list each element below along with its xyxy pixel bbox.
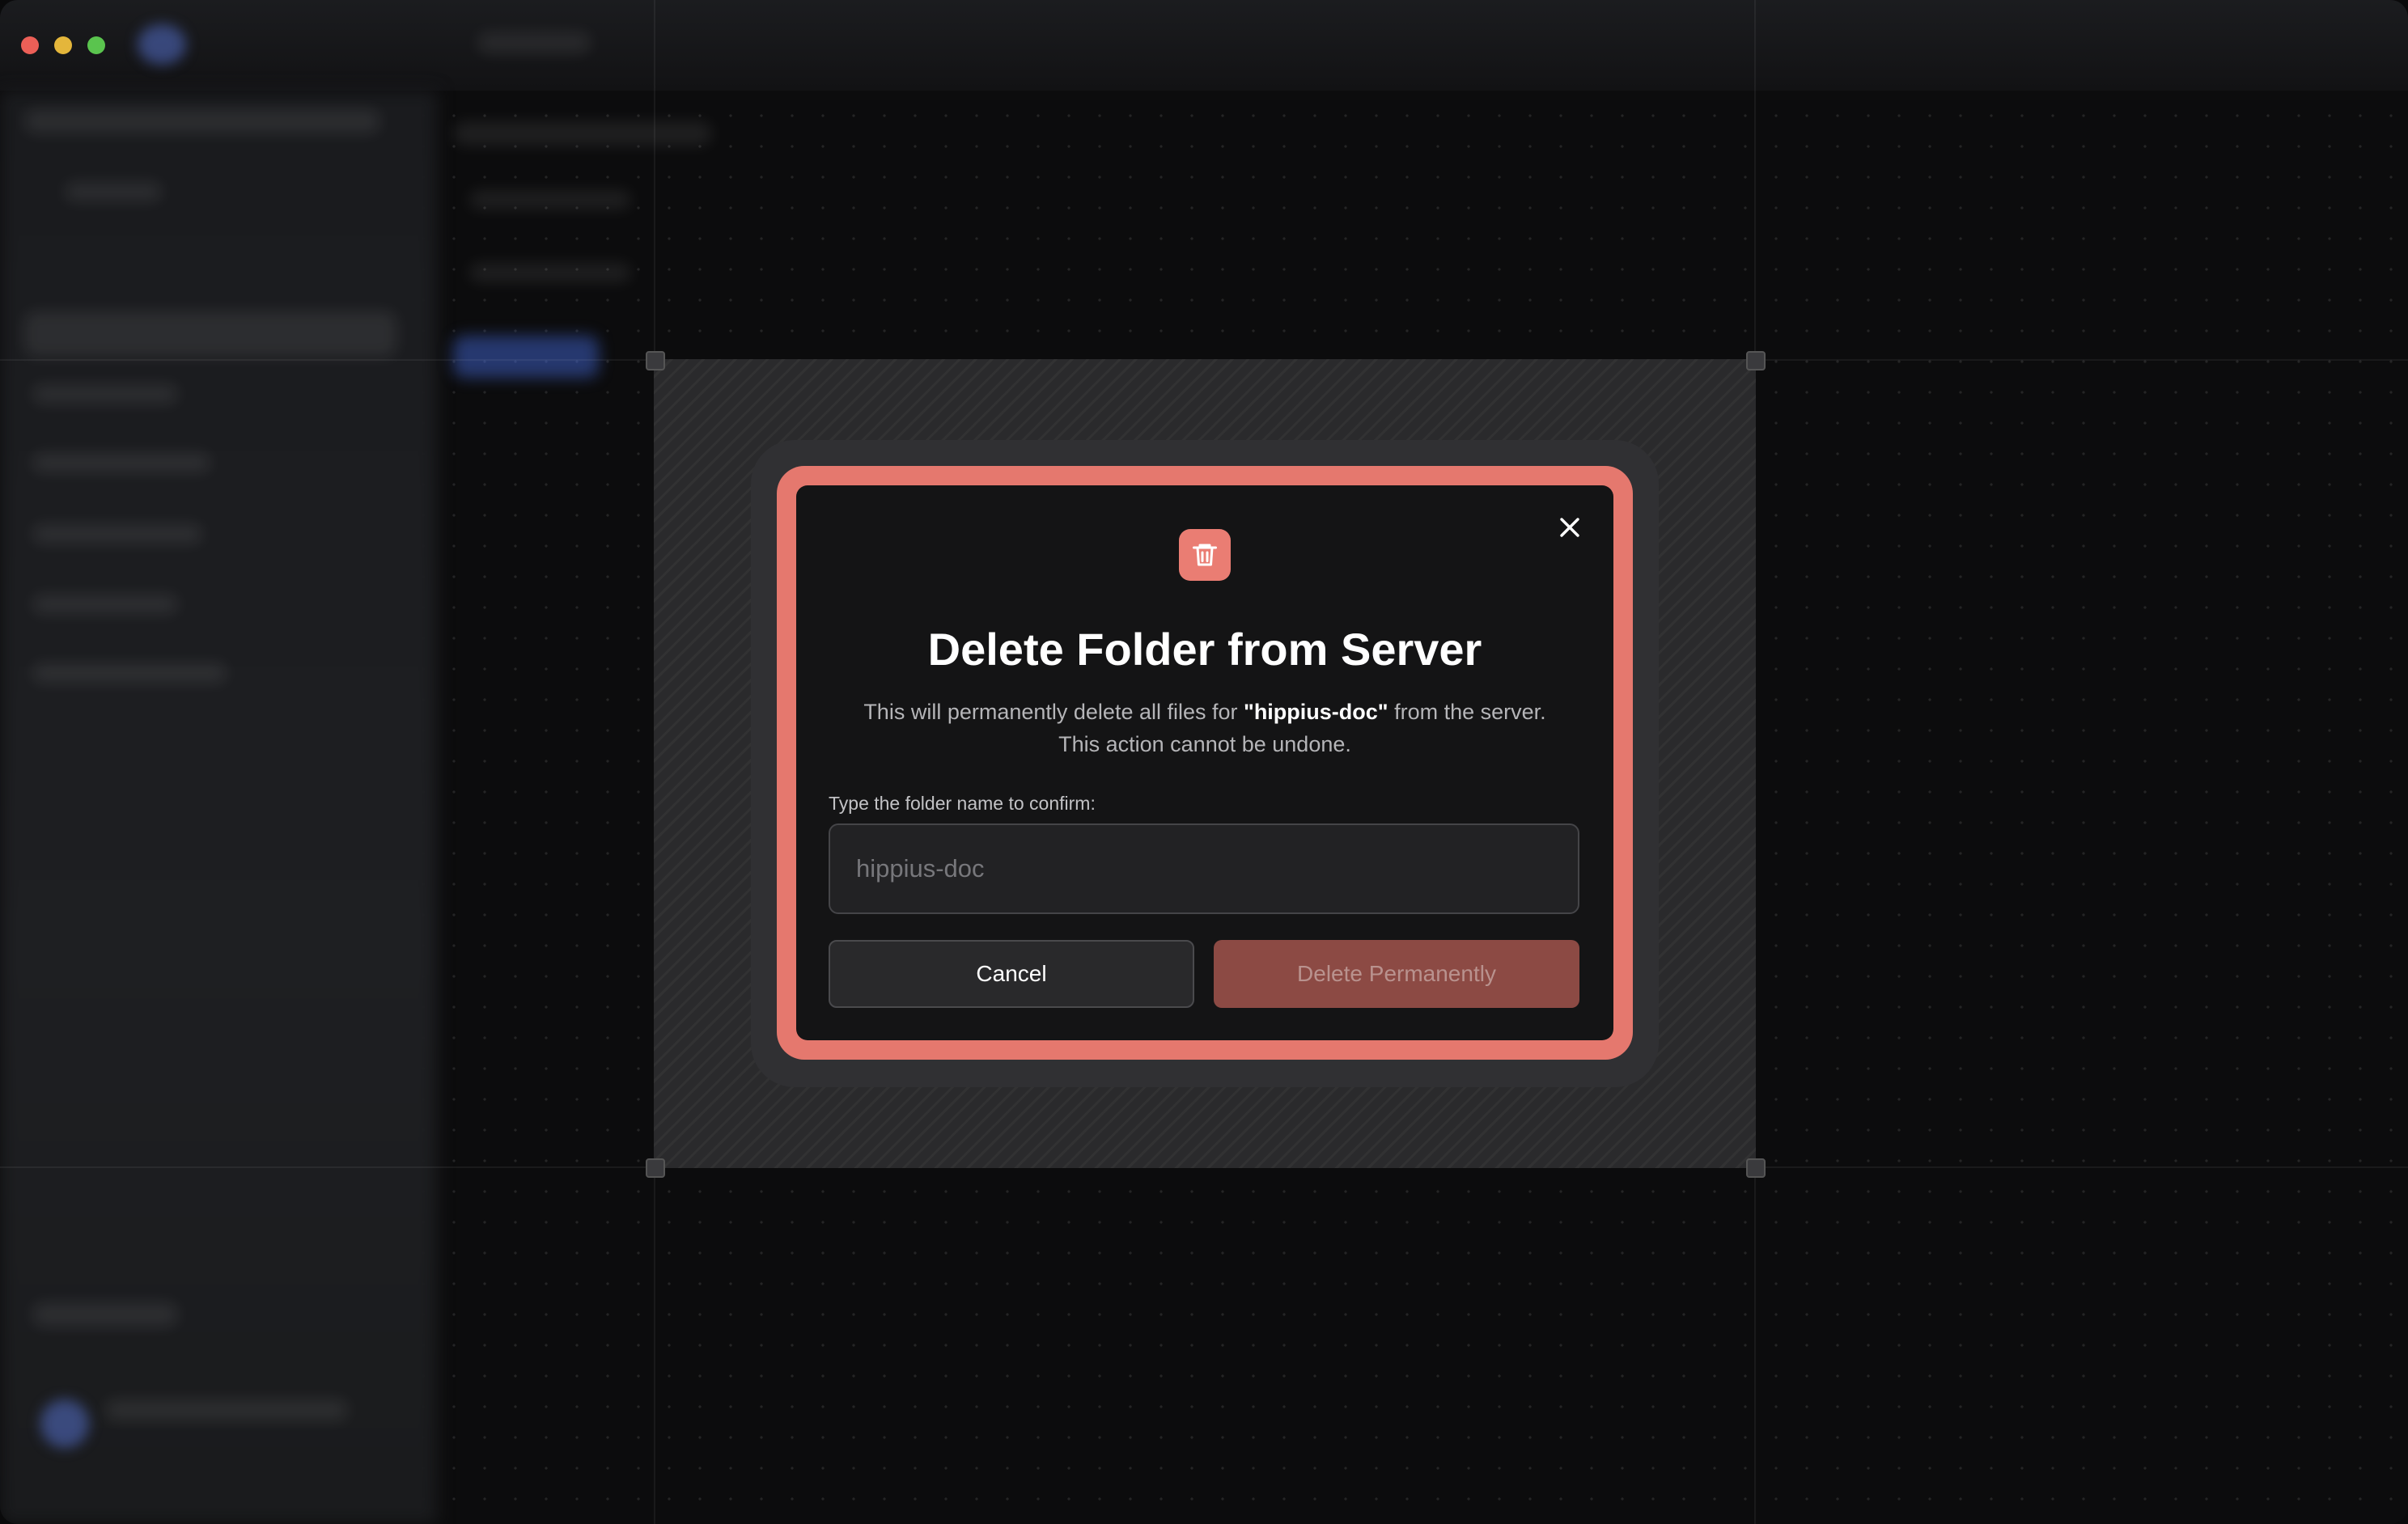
- confirm-folder-name-input[interactable]: [829, 823, 1579, 914]
- background-blur: [32, 595, 178, 614]
- trash-icon: [1193, 544, 1217, 566]
- window-close-button[interactable]: [21, 36, 39, 54]
- resize-handle[interactable]: [646, 1158, 665, 1178]
- background-blur: [477, 32, 591, 53]
- window-minimize-button[interactable]: [54, 36, 72, 54]
- trash-icon-badge: [1179, 529, 1231, 581]
- description-warning: This action cannot be undone.: [1058, 732, 1351, 756]
- background-blur: [453, 121, 712, 146]
- background-blur: [105, 1399, 348, 1420]
- delete-folder-dialog: Delete Folder from Server This will perm…: [796, 485, 1613, 1040]
- folder-name: "hippius-doc": [1244, 700, 1388, 724]
- background-blur: [453, 336, 599, 378]
- cancel-button[interactable]: Cancel: [829, 940, 1194, 1008]
- background-blur: [469, 190, 631, 210]
- resize-handle[interactable]: [1746, 351, 1766, 370]
- close-icon: [1560, 518, 1579, 537]
- resize-handle[interactable]: [1746, 1158, 1766, 1178]
- delete-permanently-button[interactable]: Delete Permanently: [1214, 940, 1579, 1008]
- dialog-title: Delete Folder from Server: [927, 624, 1482, 675]
- background-blur: [24, 311, 396, 357]
- background-blur: [32, 524, 202, 544]
- background-blur: [32, 384, 178, 404]
- background-blur: [24, 109, 380, 133]
- window-maximize-button[interactable]: [87, 36, 105, 54]
- background-blur: [469, 263, 631, 282]
- description-suffix: from the server.: [1388, 700, 1546, 724]
- dialog-description: This will permanently delete all files f…: [829, 696, 1581, 760]
- title-bar: [0, 0, 2408, 91]
- app-window: Delete Folder from Server This will perm…: [0, 0, 2408, 1524]
- background-blur: [40, 1399, 89, 1448]
- background-blur: [32, 1302, 178, 1327]
- description-prefix: This will permanently delete all files f…: [863, 700, 1244, 724]
- background-blur: [65, 182, 162, 201]
- background-blur: [32, 453, 210, 472]
- resize-handle[interactable]: [646, 351, 665, 370]
- background-blur: [138, 24, 186, 65]
- background-blur: [32, 663, 227, 683]
- confirm-label: Type the folder name to confirm:: [829, 793, 1096, 814]
- close-button[interactable]: [1550, 508, 1589, 547]
